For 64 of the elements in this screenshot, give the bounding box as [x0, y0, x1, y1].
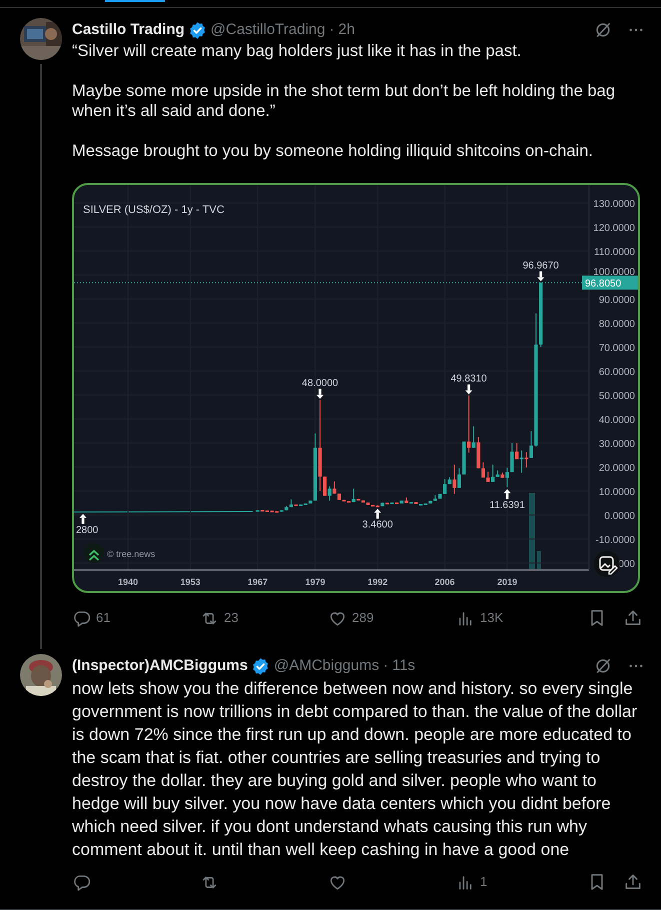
- author-name[interactable]: Castillo Trading: [72, 18, 185, 42]
- timestamp[interactable]: 11s: [392, 654, 416, 678]
- axis-label: 70.0000: [598, 343, 635, 354]
- axis-label: 130.0000: [593, 199, 635, 210]
- down-arrow-icon: [465, 384, 472, 394]
- axis-label: 0.0000: [604, 511, 635, 522]
- share-icon[interactable]: [623, 608, 643, 628]
- ref-line-label: 96.8050: [585, 278, 622, 290]
- price-annotation: 2800: [76, 524, 98, 536]
- axis-label: 2006: [434, 577, 455, 587]
- axis-label: -10.0000: [596, 535, 635, 546]
- axis-label: 80.0000: [598, 319, 635, 330]
- repost-button[interactable]: 23: [200, 608, 250, 628]
- views-button[interactable]: 1: [456, 872, 508, 892]
- tweet-text: now lets show you the difference between now and history. so every single government is now trillions in debt compared to than. the value of the dollar is down 72% since the first run up and down. people are more educated to the scam that is fiat. other countries are selling treasuries and trying to destroy the dollar. they are buying gold and silver. people who want to hedge will buy silver. you now have data centers which you didnt before which need silver. if you dont understand whats causing this run why comment about it. until than well keep cashing in have a good one: [72, 678, 638, 861]
- axis-label: 90.0000: [598, 295, 635, 306]
- up-arrow-icon: [80, 514, 86, 524]
- axis-label: 40.0000: [598, 415, 635, 426]
- axis-label: 1940: [118, 577, 138, 587]
- price-annotation: 11.6391: [490, 500, 525, 512]
- tweet-text: Message brought to you by someone holding illiquid shitcoins on-chain.: [72, 141, 594, 161]
- author-name[interactable]: (Inspector)AMCBiggums: [72, 654, 248, 678]
- axis-label: 1992: [368, 577, 388, 587]
- separator-dot: ·: [383, 656, 388, 676]
- views-button[interactable]: 13K: [456, 608, 508, 628]
- share-icon[interactable]: [623, 872, 643, 892]
- axis-label: 100.0000: [593, 267, 635, 278]
- up-arrow-icon: [374, 508, 382, 519]
- volume-bar: [537, 551, 541, 569]
- axis-label: 10.0000: [598, 487, 635, 498]
- axis-label: 2019: [497, 577, 518, 587]
- axis-label: 60.0000: [598, 367, 635, 378]
- source-label: © tree.news: [107, 549, 156, 559]
- reply-button[interactable]: 61: [72, 608, 122, 628]
- chart-title: SILVER (US$/OZ) - 1y - TVC: [83, 204, 224, 216]
- axis-label: 110.0000: [594, 247, 635, 258]
- axis-label: 120.0000: [593, 223, 635, 234]
- price-annotation: 48.0000: [302, 378, 338, 389]
- like-button[interactable]: 289: [328, 608, 378, 628]
- author-handle[interactable]: @AMCbiggums: [274, 654, 380, 678]
- author-handle[interactable]: @CastilloTrading: [210, 18, 326, 42]
- axis-label: 50.0000: [598, 391, 635, 402]
- separator-dot: ·: [329, 20, 334, 40]
- axis-label: 20.0000: [598, 463, 635, 474]
- timestamp[interactable]: 2h: [338, 18, 355, 42]
- price-tag: 96.8050: [582, 276, 638, 290]
- axis-label: 30.0000: [598, 439, 635, 450]
- up-arrow-icon: [504, 489, 511, 500]
- tab-indicator: [105, 0, 165, 2]
- price-annotation: 3.4600: [362, 520, 393, 531]
- axis-label: 1979: [305, 577, 326, 587]
- chevrons-icon: [84, 543, 104, 563]
- speech-bubble-icon: [72, 608, 91, 628]
- axis-label: 1967: [248, 577, 268, 587]
- tweet-text: Maybe some more upside in the shot term but don’t be left holding the bag when it’s all said and done.”: [72, 81, 616, 121]
- tweet-text: “Silver will create many bag holders just like it has in the past.: [72, 41, 522, 61]
- axis-label: 1953: [180, 577, 200, 587]
- down-arrow-icon: [316, 388, 324, 399]
- speech-bubble-icon: [72, 872, 91, 892]
- down-arrow-icon: [537, 271, 544, 282]
- price-annotation: 96.9670: [522, 260, 559, 272]
- edit-image-icon[interactable]: [594, 551, 620, 577]
- axis-label: 000: [618, 559, 635, 570]
- price-annotation: 49.8310: [450, 373, 487, 384]
